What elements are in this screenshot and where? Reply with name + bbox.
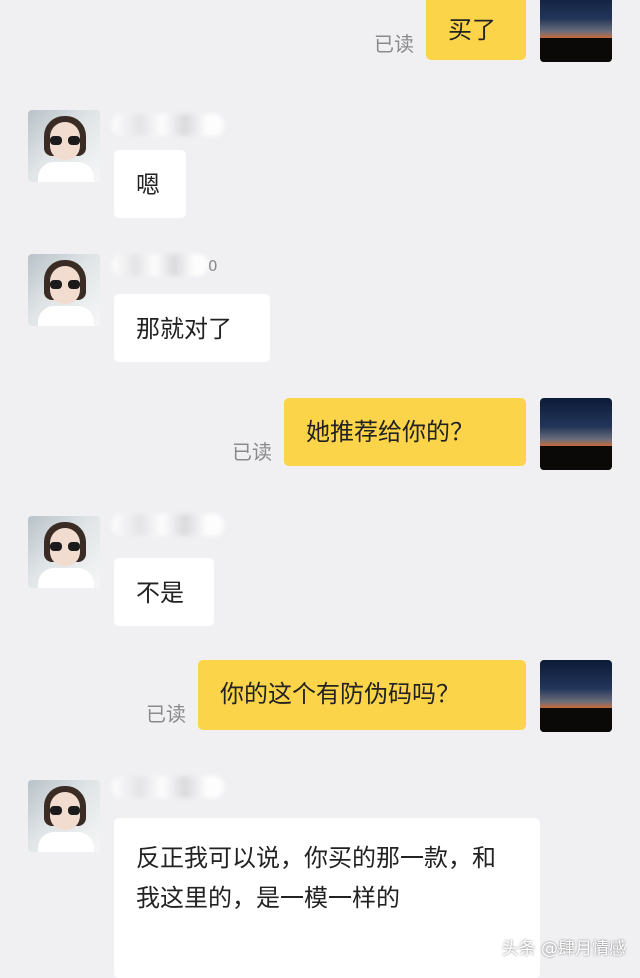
message-bubble-incoming[interactable]: 反正我可以说，你买的那一款，和我这里的，是一模一样的 [114,818,540,978]
contact-avatar[interactable] [28,110,100,182]
contact-avatar[interactable] [28,254,100,326]
self-avatar[interactable] [540,0,612,62]
read-receipt: 已读 [374,32,414,56]
contact-avatar[interactable] [28,516,100,588]
message-bubble-outgoing[interactable]: 你的这个有防伪码吗？ [198,660,526,730]
self-avatar[interactable] [540,398,612,470]
contact-avatar[interactable] [28,780,100,852]
contact-name-blurred [112,114,224,136]
message-bubble-outgoing[interactable]: 她推荐给你的？ [284,398,526,466]
read-receipt: 已读 [232,440,272,464]
contact-name-blurred [112,776,224,798]
self-avatar[interactable] [540,660,612,732]
contact-name-blurred [112,254,208,276]
message-bubble-outgoing[interactable]: 买了 [426,0,526,60]
contact-name-blurred [112,514,224,536]
contact-name-fragment: 0 [208,257,218,275]
watermark: 头条 @肆月情感 [501,939,626,959]
message-bubble-incoming[interactable]: 那就对了 [114,294,270,362]
message-bubble-incoming[interactable]: 不是 [114,558,214,626]
message-bubble-incoming[interactable]: 嗯 [114,150,186,218]
read-receipt: 已读 [146,702,186,726]
